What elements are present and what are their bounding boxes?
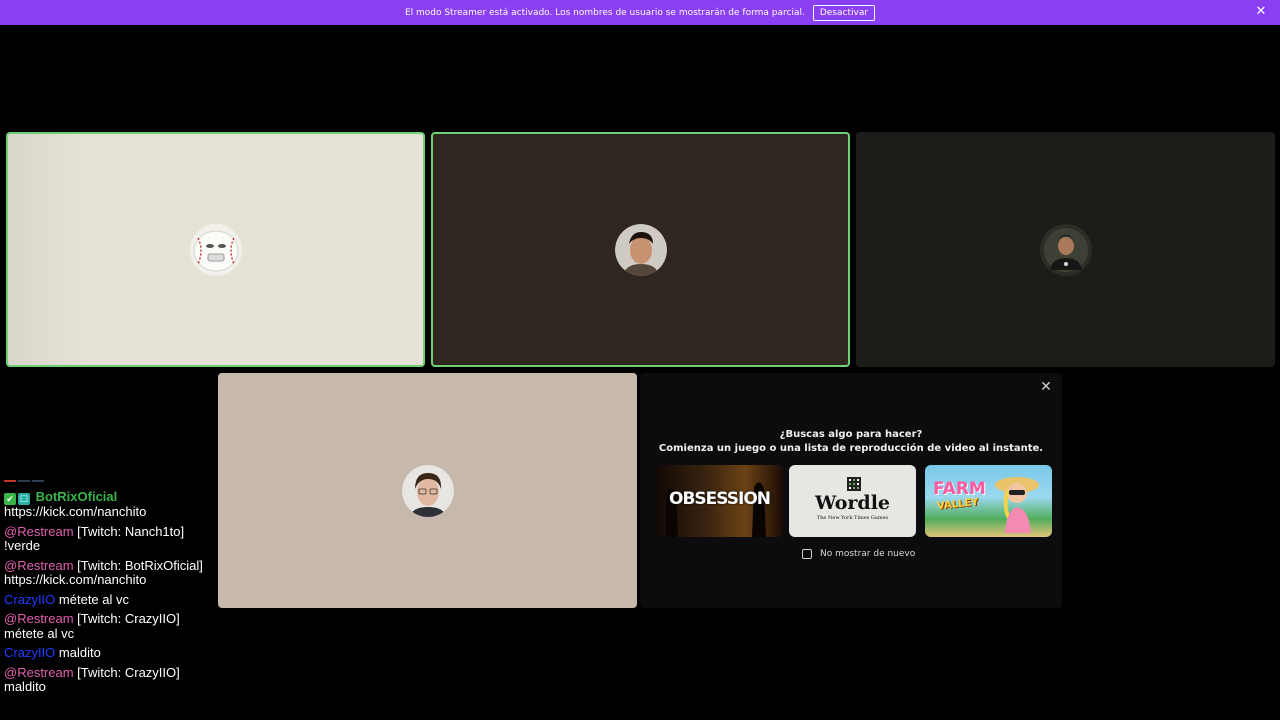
video-tile-participant-3[interactable] — [856, 132, 1275, 367]
video-tile-participant-1[interactable] — [6, 132, 425, 367]
chat-message: @Restream [Twitch: Nanch1to] !verde — [4, 523, 204, 554]
chat-message: @Restream [Twitch: CrazyIIO] maldito — [4, 664, 204, 695]
chat-message: CrazyIIO maldito — [4, 645, 204, 661]
close-icon[interactable]: ✕ — [1038, 379, 1054, 395]
chat-overlay: ✔ ☐ BotRixOficial https://kick.com/nanchi… — [4, 480, 204, 700]
video-tile-participant-4[interactable] — [218, 373, 637, 608]
close-icon[interactable]: ✕ — [1254, 5, 1268, 19]
activity-heading: ¿Buscas algo para hacer? — [779, 429, 923, 440]
chat-message: @Restream [Twitch: BotRixOficial] https:… — [4, 557, 204, 588]
wordle-grid-icon — [847, 477, 861, 491]
chat-username: @Restream — [4, 557, 74, 573]
chat-username: @Restream — [4, 664, 74, 680]
dont-show-again-checkbox[interactable] — [802, 549, 812, 559]
streamer-mode-message: El modo Streamer está activado. Los nomb… — [404, 7, 805, 18]
farm-character-artwork — [995, 477, 1039, 533]
activity-subheading: Comienza un juego o una lista de reprodu… — [658, 443, 1044, 454]
chat-message: @Restream [Twitch: CrazyIIO] métete al v… — [4, 611, 204, 641]
activity-card-title: Wordle — [814, 492, 891, 514]
avatar — [614, 223, 667, 276]
chat-username: CrazyIIO — [4, 645, 56, 660]
avatar — [189, 223, 242, 276]
activity-card-subtitle: VALLEY — [936, 496, 980, 513]
activity-suggestion-panel: ✕ ¿Buscas algo para hacer? Comienza un j… — [640, 373, 1062, 608]
chat-message: CrazyIIO métete al vc — [4, 591, 204, 608]
activity-card-farm-valley[interactable]: FARM VALLEY — [925, 465, 1052, 537]
chat-text: métete al vc — [58, 591, 130, 607]
dont-show-again-toggle[interactable]: No mostrar de nuevo — [802, 549, 915, 559]
avatar — [1039, 223, 1092, 276]
chat-username: CrazyIIO — [4, 591, 56, 607]
chat-username: @Restream — [4, 611, 74, 626]
chat-username: BotRixOficial — [35, 489, 118, 504]
activity-card-subtitle: The New York Times Games — [816, 515, 889, 521]
disable-streamer-mode-button[interactable]: Desactivar — [812, 4, 876, 21]
activity-card-wordle[interactable]: Wordle The New York Times Games — [789, 465, 916, 537]
chat-username: @Restream — [4, 523, 74, 539]
video-tile-participant-2[interactable] — [431, 132, 850, 367]
activity-card-obsession[interactable]: OBSESSION — [656, 465, 783, 537]
activity-card-title: OBSESSION — [669, 489, 771, 509]
dont-show-again-label: No mostrar de nuevo — [820, 549, 916, 559]
chat-message: ✔ ☐ BotRixOficial https://kick.com/nanchi… — [4, 489, 204, 520]
streamer-mode-banner: El modo Streamer está activado. Los nomb… — [0, 0, 1280, 25]
avatar — [401, 464, 454, 517]
chat-text: https://kick.com/nanchito — [4, 504, 147, 519]
chat-text: maldito — [58, 645, 101, 660]
